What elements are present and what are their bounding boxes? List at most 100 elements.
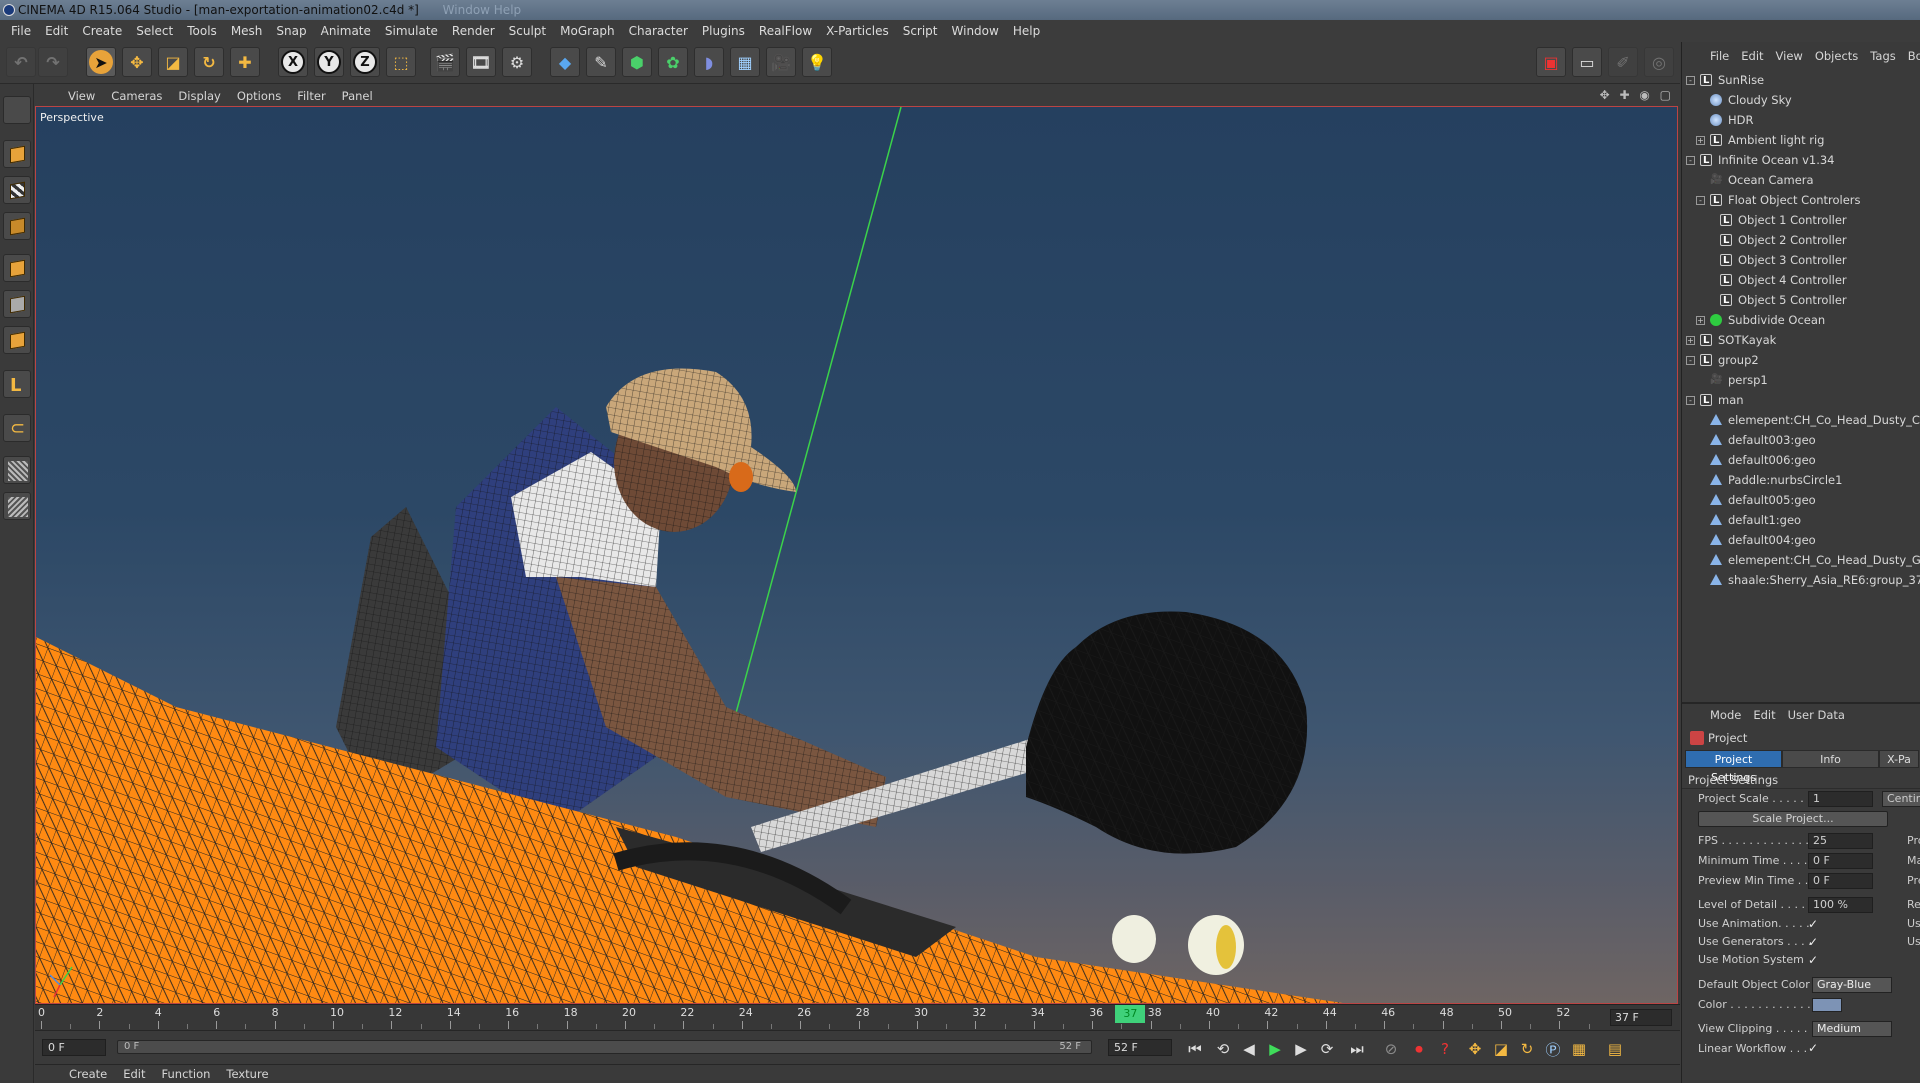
record-mode-icon[interactable]: ⊘ — [1379, 1038, 1403, 1060]
tab-info[interactable]: Info — [1782, 750, 1879, 768]
timeline-playhead[interactable]: 37 — [1115, 1005, 1146, 1023]
object-row[interactable]: 🎥 persp1 — [1682, 370, 1920, 390]
menu-select[interactable]: Select — [129, 20, 180, 42]
autokey-icon[interactable]: ? — [1433, 1038, 1457, 1060]
key-parameter-icon[interactable]: Ⓟ — [1541, 1038, 1565, 1060]
camera-icon[interactable]: 🎥 — [766, 47, 796, 77]
min-time-input[interactable]: 0 F — [1808, 853, 1873, 869]
object-row[interactable]: default005:geo — [1682, 490, 1920, 510]
preview-min-input[interactable]: 0 F — [1808, 873, 1873, 889]
viewport-menu-filter[interactable]: Filter — [289, 89, 333, 103]
subdivision-surface-icon[interactable]: ⬢ — [622, 47, 652, 77]
render-settings-icon[interactable]: ⚙ — [502, 47, 532, 77]
menu-realflow[interactable]: RealFlow — [752, 20, 819, 42]
menu-tools[interactable]: Tools — [180, 20, 224, 42]
sculpt-icon[interactable]: ✐ — [1608, 47, 1638, 77]
menu-character[interactable]: Character — [622, 20, 695, 42]
select-tool-icon[interactable]: ➤ — [86, 47, 116, 77]
object-row[interactable]: - SunRise — [1682, 70, 1920, 91]
object-menu-edit[interactable]: Edit — [1735, 49, 1769, 63]
menu-help[interactable]: Help — [1006, 20, 1047, 42]
view-clipping-select[interactable]: Medium — [1812, 1021, 1892, 1037]
menu-mograph[interactable]: MoGraph — [553, 20, 622, 42]
deformer-icon[interactable]: ◗ — [694, 47, 724, 77]
object-row[interactable]: Object 3 Controller — [1682, 250, 1920, 271]
object-row[interactable]: default004:geo — [1682, 530, 1920, 550]
floor-scene-icon[interactable]: ▦ — [730, 47, 760, 77]
material-menu-texture[interactable]: Texture — [218, 1067, 276, 1081]
play-icon[interactable]: ▶ — [1263, 1038, 1287, 1060]
prev-frame-icon[interactable]: ◀ — [1237, 1038, 1261, 1060]
y-axis-toggle[interactable]: Y — [314, 47, 344, 77]
spline-pen-icon[interactable]: ✎ — [586, 47, 616, 77]
use-motion-checkbox[interactable]: ✓ — [1808, 954, 1821, 967]
viewport-navigation-icons[interactable]: ✥ ✚ ◉ ▢ — [1600, 88, 1674, 102]
menu-sculpt[interactable]: Sculpt — [502, 20, 553, 42]
material-menu-function[interactable]: Function — [154, 1067, 219, 1081]
object-row[interactable]: - group2 — [1682, 350, 1920, 371]
timeline-window-icon[interactable]: ▤ — [1603, 1038, 1627, 1060]
linear-workflow-checkbox[interactable]: ✓ — [1808, 1042, 1821, 1055]
edge-mode-icon[interactable] — [3, 290, 31, 318]
go-to-start-icon[interactable]: ⏮ — [1183, 1038, 1207, 1060]
preview-range-slider[interactable]: 0 F 52 F — [117, 1040, 1092, 1054]
menu-window[interactable]: Window — [945, 20, 1006, 42]
object-row[interactable]: HDR — [1682, 110, 1920, 130]
attr-menu-mode[interactable]: Mode — [1704, 708, 1747, 722]
mograph-cloner-icon[interactable]: ✿ — [658, 47, 688, 77]
expand-toggle-icon[interactable]: + — [1696, 136, 1705, 145]
make-editable-icon[interactable] — [3, 96, 31, 124]
use-generators-checkbox[interactable]: ✓ — [1808, 936, 1821, 949]
menu-edit[interactable]: Edit — [38, 20, 75, 42]
object-row[interactable]: Object 5 Controller — [1682, 290, 1920, 311]
menu-render[interactable]: Render — [445, 20, 502, 42]
menu-script[interactable]: Script — [896, 20, 945, 42]
viewport-menu-panel[interactable]: Panel — [334, 89, 381, 103]
key-scale-icon[interactable]: ◪ — [1489, 1038, 1513, 1060]
project-scale-input[interactable]: 1 — [1808, 791, 1873, 807]
object-row[interactable]: Object 4 Controller — [1682, 270, 1920, 291]
lod-input[interactable]: 100 % — [1808, 897, 1873, 913]
cube-primitive-icon[interactable]: ◆ — [550, 47, 580, 77]
object-row[interactable]: Object 2 Controller — [1682, 230, 1920, 251]
expand-toggle-icon[interactable]: - — [1686, 356, 1695, 365]
key-position-icon[interactable]: ✥ — [1463, 1038, 1487, 1060]
menu-simulate[interactable]: Simulate — [378, 20, 445, 42]
perspective-viewport[interactable]: Perspective — [35, 106, 1678, 1004]
expand-toggle-icon[interactable]: - — [1686, 156, 1695, 165]
model-mode-icon[interactable] — [3, 140, 31, 168]
material-menu-edit[interactable]: Edit — [115, 1067, 153, 1081]
object-menu-bookmarks[interactable]: Boo — [1902, 49, 1920, 63]
viewport-menu-view[interactable]: View — [60, 89, 103, 103]
attr-menu-user-data[interactable]: User Data — [1782, 708, 1851, 722]
point-mode-icon[interactable] — [3, 254, 31, 282]
object-row[interactable]: Paddle:nurbsCircle1 — [1682, 470, 1920, 490]
expand-toggle-icon[interactable]: - — [1696, 196, 1705, 205]
render-active-view-icon[interactable]: ▣ — [1536, 47, 1566, 77]
workplane-mode-icon[interactable] — [3, 212, 31, 240]
live-selection-icon[interactable]: ✚ — [230, 47, 260, 77]
tab-project-settings[interactable]: Project Settings — [1685, 750, 1782, 784]
end-frame-field[interactable]: 52 F — [1108, 1039, 1172, 1056]
use-animation-checkbox[interactable]: ✓ — [1808, 918, 1821, 931]
render-picture-viewer-icon[interactable]: 🎞 — [466, 47, 496, 77]
menu-x-particles[interactable]: X-Particles — [819, 20, 896, 42]
menu-create[interactable]: Create — [75, 20, 129, 42]
x-axis-toggle[interactable]: X — [278, 47, 308, 77]
move-tool-icon[interactable]: ✥ — [122, 47, 152, 77]
scale-project-button[interactable]: Scale Project... — [1698, 811, 1888, 827]
color-swatch[interactable] — [1812, 998, 1842, 1012]
object-row[interactable]: 🎥 Ocean Camera — [1682, 170, 1920, 190]
texture-mode-icon[interactable] — [3, 176, 31, 204]
expand-toggle-icon[interactable]: + — [1686, 336, 1695, 345]
z-axis-toggle[interactable]: Z — [350, 47, 380, 77]
settings-icon[interactable]: ◎ — [1644, 47, 1674, 77]
object-row[interactable]: + Subdivide Ocean — [1682, 310, 1920, 330]
object-row[interactable]: - Infinite Ocean v1.34 — [1682, 150, 1920, 171]
attr-menu-edit[interactable]: Edit — [1747, 708, 1781, 722]
object-row[interactable]: - man — [1682, 390, 1920, 411]
start-frame-field[interactable]: 0 F — [42, 1039, 106, 1056]
prev-key-icon[interactable]: ⟲ — [1211, 1038, 1235, 1060]
menu-plugins[interactable]: Plugins — [695, 20, 752, 42]
next-key-icon[interactable]: ⟳ — [1315, 1038, 1339, 1060]
